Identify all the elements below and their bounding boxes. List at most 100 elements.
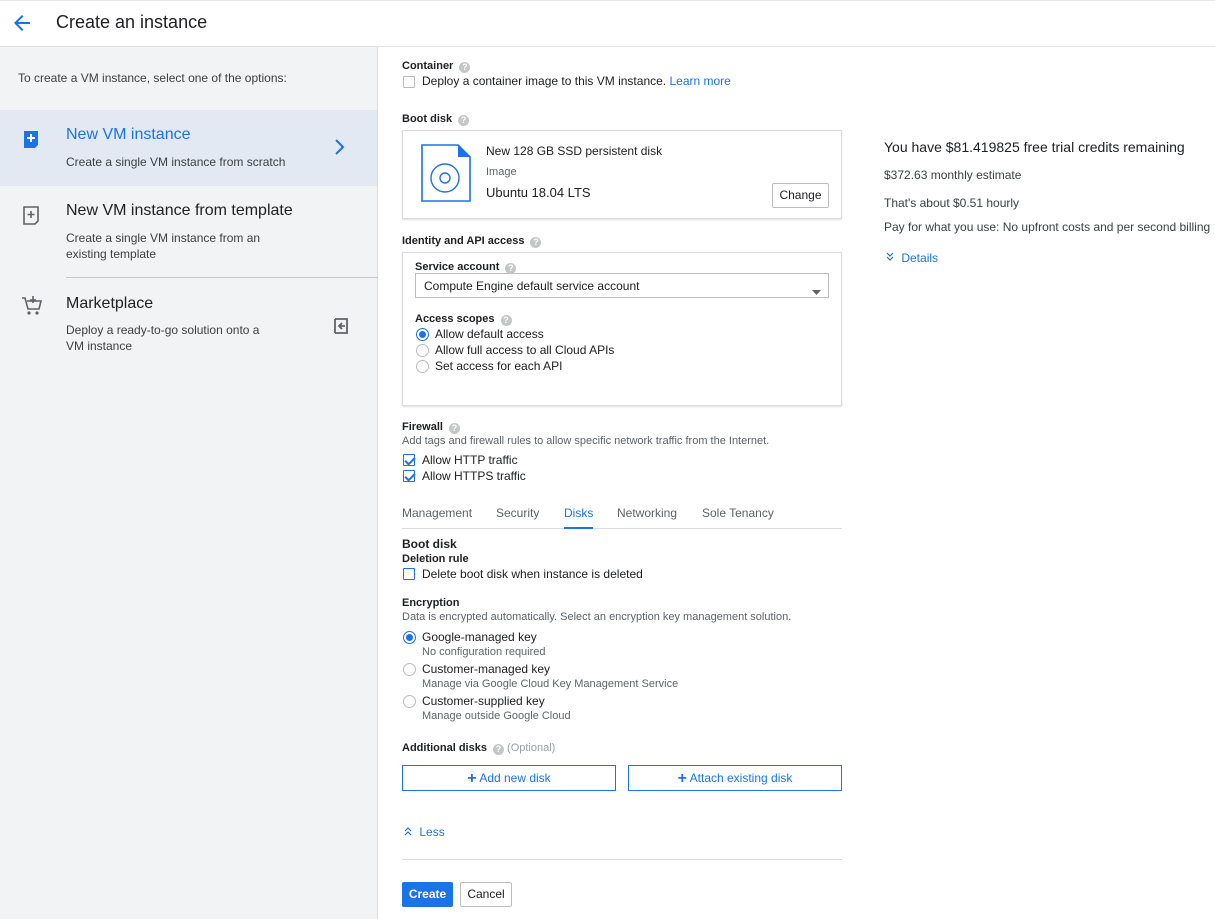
customer-supplied-key-radio[interactable]: [403, 695, 416, 708]
plus-icon: +: [467, 770, 477, 787]
additional-disks-label: Additional disks: [402, 742, 487, 754]
encryption-option-sub: Manage via Google Cloud Key Management S…: [422, 678, 679, 690]
identity-card: Service account? Compute Engine default …: [402, 252, 842, 406]
container-section: Container?: [402, 60, 471, 73]
tab-sole-tenancy[interactable]: Sole Tenancy: [702, 506, 774, 520]
hourly-estimate: That's about $0.51 hourly: [884, 196, 1020, 210]
encryption-label: Encryption: [402, 597, 460, 609]
change-boot-disk-button[interactable]: Change: [772, 183, 829, 208]
main-form: Container? Deploy a container image to t…: [378, 47, 1215, 919]
details-link[interactable]: Details: [885, 251, 938, 265]
option-title: Marketplace: [66, 295, 154, 312]
container-checkbox[interactable]: [403, 76, 415, 88]
optional-label: (Optional): [507, 742, 556, 754]
encryption-option-sub: No configuration required: [422, 646, 546, 658]
less-label: Less: [419, 825, 445, 839]
help-icon[interactable]: ?: [492, 744, 504, 755]
plus-icon: +: [677, 770, 687, 787]
boot-disk-label: Boot disk: [402, 113, 453, 125]
encryption-option-sub: Manage outside Google Cloud: [422, 710, 571, 722]
learn-more-link[interactable]: Learn more: [669, 74, 730, 88]
allow-http-checkbox[interactable]: [403, 454, 415, 466]
chevron-down-double-icon: [885, 251, 898, 265]
option-title: New VM instance from template: [66, 202, 293, 219]
tab-security[interactable]: Security: [496, 506, 539, 520]
allow-http-label: Allow HTTP traffic: [422, 453, 518, 467]
option-marketplace[interactable]: Marketplace Deploy a ready-to-go solutio…: [0, 278, 377, 368]
boot-disk-heading: Boot disk: [402, 537, 457, 551]
help-icon[interactable]: ?: [459, 62, 471, 73]
trial-credits: You have $81.419825 free trial credits r…: [884, 139, 1185, 155]
encryption-option-label: Google-managed key: [422, 630, 537, 644]
less-link[interactable]: Less: [403, 825, 445, 839]
delete-boot-disk-label: Delete boot disk when instance is delete…: [422, 567, 643, 581]
chevron-right-icon: [334, 138, 346, 159]
image-value: Ubuntu 18.04 LTS: [486, 185, 591, 200]
template-icon: [20, 204, 42, 226]
option-desc: Deploy a ready-to-go solution onto a VM …: [66, 323, 260, 353]
disk-icon: [421, 144, 471, 205]
access-scopes-label: Access scopes: [415, 313, 495, 325]
open-external-icon[interactable]: [332, 317, 350, 338]
help-icon[interactable]: ?: [530, 237, 542, 248]
encryption-option-label: Customer-managed key: [422, 662, 551, 676]
add-instance-icon: [20, 128, 42, 150]
active-tab-indicator: [564, 527, 593, 529]
option-new-vm-instance[interactable]: New VM instance Create a single VM insta…: [0, 110, 377, 186]
add-new-disk-button[interactable]: + Add new disk: [402, 765, 616, 791]
pay-per-use: Pay for what you use: No upfront costs a…: [884, 220, 1211, 234]
firewall-section: Firewall?: [402, 421, 460, 434]
app-header: Create an instance: [0, 0, 1215, 47]
option-title: New VM instance: [66, 126, 191, 143]
scope-label: Allow default access: [435, 327, 544, 341]
identity-section: Identity and API access?: [402, 235, 542, 248]
google-managed-key-radio[interactable]: [403, 631, 416, 644]
details-label: Details: [901, 251, 939, 265]
option-new-vm-from-template[interactable]: New VM instance from template Create a s…: [0, 186, 377, 278]
scope-radio-each-api[interactable]: [416, 360, 429, 373]
service-account-select[interactable]: Compute Engine default service account: [415, 273, 829, 298]
add-new-disk-label: Add new disk: [479, 771, 551, 785]
help-icon[interactable]: ?: [448, 423, 460, 434]
disk-name: New 128 GB SSD persistent disk: [486, 144, 663, 158]
deletion-rule-label: Deletion rule: [402, 553, 469, 565]
create-button[interactable]: Create: [402, 882, 453, 907]
container-checkbox-label: Deploy a container image to this VM inst…: [422, 74, 667, 88]
customer-managed-key-radio[interactable]: [403, 663, 416, 676]
boot-disk-section: Boot disk?: [402, 113, 470, 126]
sidebar-intro: To create a VM instance, select one of t…: [18, 71, 287, 85]
attach-existing-disk-button[interactable]: + Attach existing disk: [628, 765, 842, 791]
scope-label: Allow full access to all Cloud APIs: [435, 343, 615, 357]
allow-https-checkbox[interactable]: [403, 470, 415, 482]
page-title: Create an instance: [56, 12, 208, 32]
dropdown-arrow-icon: [812, 284, 821, 298]
help-icon[interactable]: ?: [458, 115, 470, 126]
tabs-divider: [402, 528, 842, 529]
cancel-button[interactable]: Cancel: [460, 882, 512, 907]
tab-management[interactable]: Management: [402, 506, 472, 520]
access-scopes-row: Access scopes?: [415, 313, 512, 326]
delete-boot-disk-checkbox[interactable]: [403, 568, 415, 580]
image-label: Image: [486, 166, 517, 178]
encryption-desc: Data is encrypted automatically. Select …: [402, 611, 792, 623]
allow-https-label: Allow HTTPS traffic: [422, 469, 526, 483]
sidebar: To create a VM instance, select one of t…: [0, 47, 378, 919]
marketplace-cart-icon: [20, 294, 43, 316]
attach-existing-disk-label: Attach existing disk: [689, 771, 793, 785]
back-arrow-icon[interactable]: [10, 11, 34, 35]
firewall-label: Firewall: [402, 421, 443, 433]
scope-radio-default[interactable]: [416, 328, 429, 341]
tab-disks[interactable]: Disks: [564, 506, 593, 520]
boot-disk-card: New 128 GB SSD persistent disk Image Ubu…: [402, 130, 842, 219]
service-account-value: Compute Engine default service account: [424, 279, 640, 293]
help-icon[interactable]: ?: [500, 315, 512, 326]
container-checkbox-row: Deploy a container image to this VM inst…: [422, 74, 731, 88]
encryption-option-label: Customer-supplied key: [422, 694, 545, 708]
tab-networking[interactable]: Networking: [617, 506, 677, 520]
monthly-estimate: $372.63 monthly estimate: [884, 168, 1022, 182]
additional-disks-row: Additional disks? (Optional): [402, 742, 555, 755]
container-label: Container: [402, 60, 454, 72]
actions-divider: [402, 859, 842, 860]
service-account-label: Service account: [415, 261, 500, 273]
scope-radio-full[interactable]: [416, 344, 429, 357]
